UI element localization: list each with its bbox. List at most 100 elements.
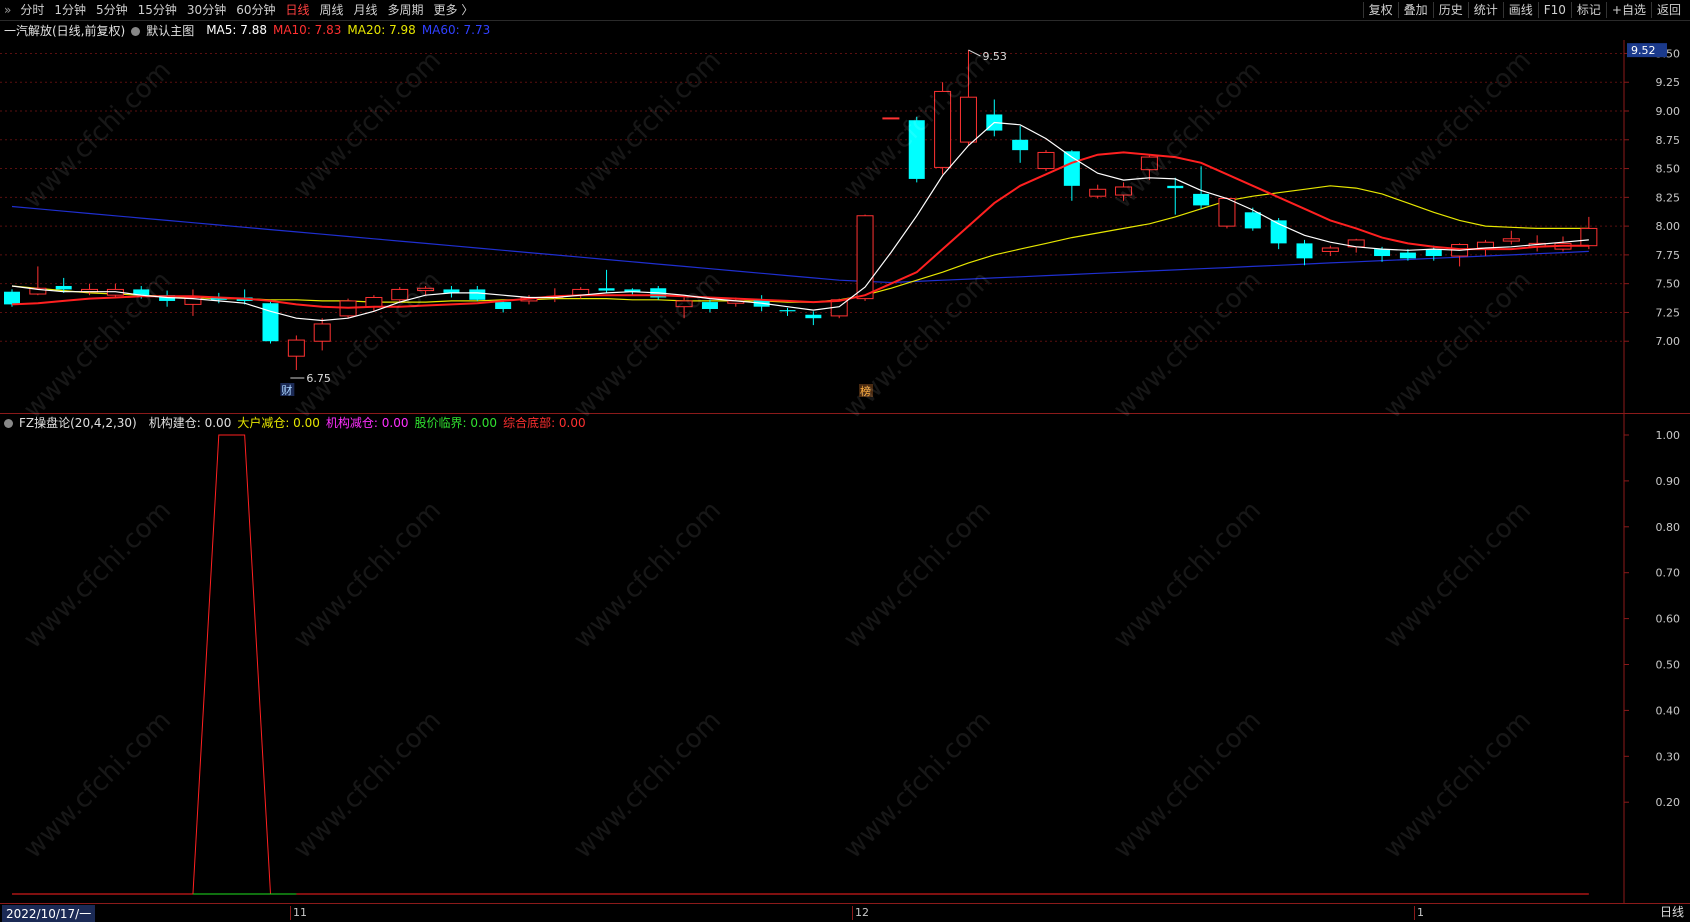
candle-body xyxy=(1167,185,1184,189)
candle-body xyxy=(4,291,20,305)
indicator-chart[interactable]: 1.00 0.90 0.80 0.70 0.60 0.50 0.40 0.30 0.20 xyxy=(0,410,1690,903)
candle-body xyxy=(1037,151,1055,170)
y-tick-label: 8.25 xyxy=(1656,191,1681,204)
y-tick-label: 0.50 xyxy=(1656,659,1681,672)
candle-body xyxy=(1580,227,1598,247)
candle-body xyxy=(469,289,486,300)
y-tick-label: 7.50 xyxy=(1656,278,1681,291)
candle-body xyxy=(805,314,822,319)
menu-5min[interactable]: 5分钟 xyxy=(91,2,133,18)
candle-body xyxy=(391,288,409,301)
history-button[interactable]: 历史 xyxy=(1432,2,1468,18)
y-tick-label: 8.50 xyxy=(1656,163,1681,176)
y-tick-label: 0.20 xyxy=(1656,796,1681,809)
month-label-12: 12 xyxy=(855,906,869,919)
month-tick xyxy=(290,906,291,920)
y-tick-label: 7.00 xyxy=(1656,335,1681,348)
y-tick-label: 7.25 xyxy=(1656,306,1681,319)
menu-30min[interactable]: 30分钟 xyxy=(182,2,231,18)
main-info-bar: 一汽解放(日线,前复权) 默认主图 MA5: 7.88 MA10: 7.83 M… xyxy=(0,21,496,39)
candle-body xyxy=(882,117,900,120)
y-tick-label: 9.25 xyxy=(1656,76,1681,89)
candle-body xyxy=(1218,197,1236,227)
y-tick-label: 8.75 xyxy=(1656,134,1681,147)
candle-body xyxy=(1244,212,1261,229)
finance-tag: 财 xyxy=(281,383,292,397)
candle-body xyxy=(417,287,435,292)
candle-body xyxy=(1193,193,1210,206)
y-tick-label: 0.80 xyxy=(1656,521,1681,534)
candle-body xyxy=(1399,252,1416,259)
candle-body xyxy=(1089,188,1107,197)
mark-button[interactable]: 标记 xyxy=(1570,2,1606,18)
month-label-11: 11 xyxy=(293,906,307,919)
current-price-label: 9.52 xyxy=(1631,44,1656,57)
candle-body xyxy=(1476,241,1494,249)
y-tick-label: 9.00 xyxy=(1656,105,1681,118)
ma10-line xyxy=(11,151,1589,309)
menu-60min[interactable]: 60分钟 xyxy=(231,2,280,18)
high-price-label: 9.53 xyxy=(982,50,1007,63)
candle-body xyxy=(55,285,72,290)
candle-body xyxy=(1425,249,1442,257)
collapse-icon[interactable]: » xyxy=(4,2,15,18)
tool-menu: 复权 叠加 历史 统计 画线 F10 标记 +自选 返回 xyxy=(1362,2,1686,18)
candle-body xyxy=(1374,249,1391,257)
settings-circle-icon xyxy=(131,26,141,36)
candle-body xyxy=(495,302,512,309)
draw-button[interactable]: 画线 xyxy=(1502,2,1538,18)
low-price-label: 6.75 xyxy=(306,372,331,385)
month-label-1: 1 xyxy=(1417,906,1424,919)
f10-button[interactable]: F10 xyxy=(1537,2,1571,18)
candle-body xyxy=(1296,243,1313,259)
ma5-value: MA5: 7.88 xyxy=(206,23,267,37)
y-tick-label: 0.60 xyxy=(1656,613,1681,626)
stock-title: 一汽解放(日线,前复权) xyxy=(4,23,126,38)
month-tick xyxy=(852,906,853,920)
candle-body xyxy=(959,96,977,143)
indicator-line xyxy=(12,434,1589,895)
ma20-value: MA20: 7.98 xyxy=(347,23,416,37)
main-chart-selector[interactable]: 默认主图 xyxy=(131,22,200,39)
ma10-value: MA10: 7.83 xyxy=(272,23,342,37)
overlay-button[interactable]: 叠加 xyxy=(1397,2,1433,18)
menu-daily[interactable]: 日线 xyxy=(280,2,314,18)
y-tick-label: 7.75 xyxy=(1656,249,1681,262)
menu-fenshi[interactable]: 分时 xyxy=(15,2,49,18)
candle-body xyxy=(908,120,925,179)
menu-multi-period[interactable]: 多周期 xyxy=(383,2,429,18)
top-menu-bar: » 分时 1分钟 5分钟 15分钟 30分钟 60分钟 日线 周线 月线 多周期… xyxy=(0,0,1690,21)
candle-body xyxy=(287,339,305,357)
add-watchlist-button[interactable]: +自选 xyxy=(1605,2,1651,18)
back-button[interactable]: 返回 xyxy=(1650,2,1686,18)
candle-body xyxy=(313,323,331,342)
menu-15min[interactable]: 15分钟 xyxy=(133,2,182,18)
candle-body xyxy=(934,90,952,168)
candle-body xyxy=(1140,156,1158,171)
candle-body xyxy=(701,302,718,309)
cursor-date: 2022/10/17/一 xyxy=(2,905,96,922)
candle-body xyxy=(598,288,615,291)
y-tick-label: 8.00 xyxy=(1656,220,1681,233)
month-tick xyxy=(1414,906,1415,920)
y-tick-label: 1.00 xyxy=(1656,429,1681,442)
candle-body xyxy=(365,296,383,308)
y-tick-label: 0.90 xyxy=(1656,475,1681,488)
candle-body xyxy=(675,300,693,308)
fuquan-button[interactable]: 复权 xyxy=(1362,2,1398,18)
ma5-line xyxy=(11,121,1589,322)
y-tick-label: 0.70 xyxy=(1656,567,1681,580)
stats-button[interactable]: 统计 xyxy=(1467,2,1503,18)
candle-body xyxy=(1012,139,1029,151)
candle-body xyxy=(1321,247,1339,252)
menu-monthly[interactable]: 月线 xyxy=(349,2,383,18)
menu-1min[interactable]: 1分钟 xyxy=(49,2,91,18)
y-tick-label: 0.40 xyxy=(1656,704,1681,717)
ma60-value: MA60: 7.73 xyxy=(421,23,491,37)
time-axis: 2022/10/17/一 11 12 1 xyxy=(0,903,1690,922)
list-tag: 榜 xyxy=(860,384,871,398)
menu-weekly[interactable]: 周线 xyxy=(315,2,349,18)
period-label[interactable]: 日线 xyxy=(1660,903,1684,920)
menu-more[interactable]: 更多 〉 xyxy=(429,2,479,18)
candlestick-chart[interactable]: 9.509.259.008.758.508.258.007.757.507.25… xyxy=(0,40,1690,413)
